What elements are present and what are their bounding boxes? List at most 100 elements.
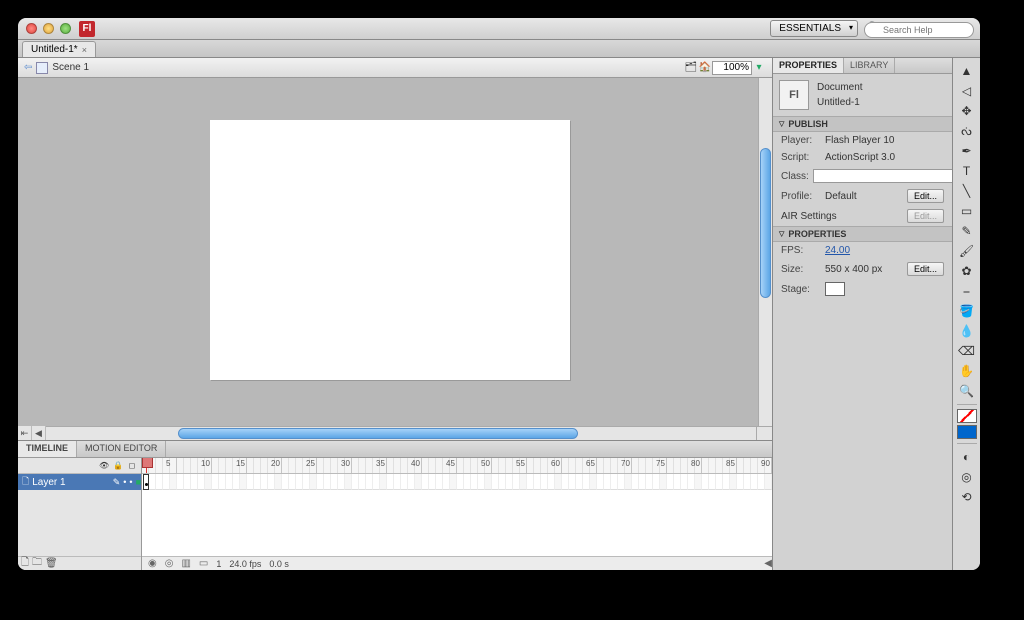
selection-tool-icon[interactable]: ▲ <box>956 62 978 80</box>
close-window-button[interactable] <box>26 23 37 34</box>
tab-timeline[interactable]: TIMELINE <box>18 441 77 457</box>
timeline-tabs: TIMELINE MOTION EDITOR <box>18 441 772 458</box>
stage-color-swatch[interactable] <box>825 282 845 296</box>
lasso-tool-icon[interactable]: ᔔ <box>956 122 978 140</box>
frame-ruler[interactable]: 1510152025303540455055606570758085909510… <box>142 458 772 474</box>
player-value: Flash Player 10 <box>825 135 894 146</box>
scroll-frames-left-icon[interactable]: ◀ <box>764 558 772 569</box>
onion-outline-icon[interactable]: ◎ <box>165 558 174 569</box>
tab-properties[interactable]: PROPERTIES <box>773 58 844 73</box>
layer-lock-dot[interactable]: • <box>129 477 132 487</box>
layer-row[interactable]: 🗋 Layer 1 ✎ • • ■ <box>18 474 141 490</box>
class-label: Class: <box>781 171 809 182</box>
text-tool-icon[interactable]: T <box>956 162 978 180</box>
profile-label: Profile: <box>781 191 821 202</box>
horizontal-scrollbar[interactable] <box>18 426 756 440</box>
rectangle-tool-icon[interactable]: ▭ <box>956 202 978 220</box>
edit-scene-icon[interactable]: 🗂 <box>684 61 698 75</box>
window-controls <box>26 23 71 34</box>
document-tab-label: Untitled-1* <box>31 44 78 55</box>
zoom-menu-icon[interactable]: ▾ <box>752 61 766 75</box>
delete-layer-icon[interactable]: 🗑 <box>45 558 58 569</box>
toolbox: ▲ ◁ ✥ ᔔ ✒ T ╲ ▭ ✎ 🖌 ✿ ⎯ 🪣 💧 ⌫ ✋ 🔍 ◐ ◎ <box>952 58 980 570</box>
layer-vis-dot[interactable]: • <box>123 477 126 487</box>
eyedropper-tool-icon[interactable]: 💧 <box>956 322 978 340</box>
playhead[interactable] <box>146 458 147 474</box>
workspace-switcher[interactable]: ESSENTIALS <box>770 20 858 37</box>
titlebar: Fl ESSENTIALS <box>18 18 980 40</box>
scroll-left-controls: ⇤ ◀ <box>18 426 58 440</box>
vertical-scrollbar[interactable] <box>758 78 772 426</box>
subselection-tool-icon[interactable]: ◁ <box>956 82 978 100</box>
layer-name: Layer 1 <box>32 477 65 488</box>
back-icon[interactable]: ⇦ <box>24 62 32 73</box>
fps-value[interactable]: 24.00 <box>825 245 850 256</box>
new-folder-icon[interactable]: 🗀 <box>32 555 42 570</box>
player-label: Player: <box>781 135 821 146</box>
stage-column: ⇦ Scene 1 🗂 🏠 ▾ ⇤ ◀ <box>18 58 772 570</box>
close-document-icon[interactable]: × <box>82 45 87 55</box>
stage-area: ⇤ ◀ <box>18 78 772 440</box>
scroll-left-icon[interactable]: ◀ <box>32 426 46 440</box>
marker-icon[interactable]: ▭ <box>199 558 208 569</box>
minimize-window-button[interactable] <box>43 23 54 34</box>
profile-value: Default <box>825 191 857 202</box>
help-search-input[interactable] <box>864 22 974 38</box>
pencil-tool-icon[interactable]: ✎ <box>956 222 978 240</box>
keyframe-1[interactable] <box>143 474 149 490</box>
scroll-min-icon[interactable]: ⇤ <box>18 426 32 440</box>
lock-icon[interactable]: 🔒 <box>113 461 123 470</box>
document-tab[interactable]: Untitled-1* × <box>22 41 96 57</box>
zoom-input[interactable] <box>712 61 752 75</box>
visibility-icon[interactable]: 👁 <box>99 461 109 470</box>
pen-tool-icon[interactable]: ✒ <box>956 142 978 160</box>
horizontal-scroll-thumb[interactable] <box>178 428 578 439</box>
profile-edit-button[interactable]: Edit... <box>907 189 944 203</box>
class-input[interactable] <box>813 169 952 183</box>
brush-tool-icon[interactable]: 🖌 <box>956 242 978 260</box>
layer-pane: 👁 🔒 ◻ 🗋 Layer 1 ✎ • • ■ <box>18 458 142 570</box>
zoom-window-button[interactable] <box>60 23 71 34</box>
help-search <box>864 20 974 38</box>
vertical-scroll-thumb[interactable] <box>760 148 771 298</box>
hand-tool-icon[interactable]: ✋ <box>956 362 978 380</box>
black-white-swap-icon[interactable]: ◐ <box>956 448 978 466</box>
document-tabstrip: Untitled-1* × <box>18 40 980 58</box>
frame-rate: 24.0 fps <box>229 559 261 569</box>
edit-symbol-icon[interactable]: 🏠 <box>698 61 712 75</box>
free-transform-tool-icon[interactable]: ✥ <box>956 102 978 120</box>
options-icon[interactable]: ⟲ <box>956 488 978 506</box>
stage-canvas[interactable] <box>210 120 570 380</box>
size-edit-button[interactable]: Edit... <box>907 262 944 276</box>
paint-bucket-tool-icon[interactable]: 🪣 <box>956 302 978 320</box>
layer-icon: 🗋 <box>22 474 29 490</box>
fill-color-swatch[interactable] <box>957 425 977 439</box>
scroll-corner <box>756 426 772 440</box>
air-edit-button[interactable]: Edit... <box>907 209 944 223</box>
stroke-color-swatch[interactable] <box>957 409 977 423</box>
tab-motion-editor[interactable]: MOTION EDITOR <box>77 441 166 457</box>
eraser-tool-icon[interactable]: ⌫ <box>956 342 978 360</box>
bone-tool-icon[interactable]: ⎯ <box>956 282 978 300</box>
zoom-tool-icon[interactable]: 🔍 <box>956 382 978 400</box>
current-frame: 1 <box>216 559 221 569</box>
air-settings-label: AIR Settings <box>781 211 837 222</box>
elapsed-time: 0.0 s <box>269 559 289 569</box>
app-icon: Fl <box>79 21 95 37</box>
script-value: ActionScript 3.0 <box>825 152 895 163</box>
line-tool-icon[interactable]: ╲ <box>956 182 978 200</box>
new-layer-icon[interactable]: 🗋 <box>21 555 29 570</box>
layer-outline-swatch[interactable]: ■ <box>136 477 141 487</box>
deco-tool-icon[interactable]: ✿ <box>956 262 978 280</box>
snap-icon[interactable]: ◎ <box>956 468 978 486</box>
edit-multiple-icon[interactable]: ▥ <box>181 558 190 569</box>
outline-icon[interactable]: ◻ <box>127 461 137 470</box>
frame-track[interactable] <box>142 474 772 556</box>
properties-panel: PROPERTIES LIBRARY Fl Document Untitled-… <box>772 58 952 570</box>
onion-skin-icon[interactable]: ◉ <box>148 558 157 569</box>
properties-section-header[interactable]: PROPERTIES <box>773 226 952 242</box>
tab-library[interactable]: LIBRARY <box>844 58 895 73</box>
publish-section-header[interactable]: PUBLISH <box>773 116 952 132</box>
size-label: Size: <box>781 264 821 275</box>
timeline-panel: TIMELINE MOTION EDITOR 👁 🔒 ◻ 🗋 Layer 1 <box>18 440 772 570</box>
